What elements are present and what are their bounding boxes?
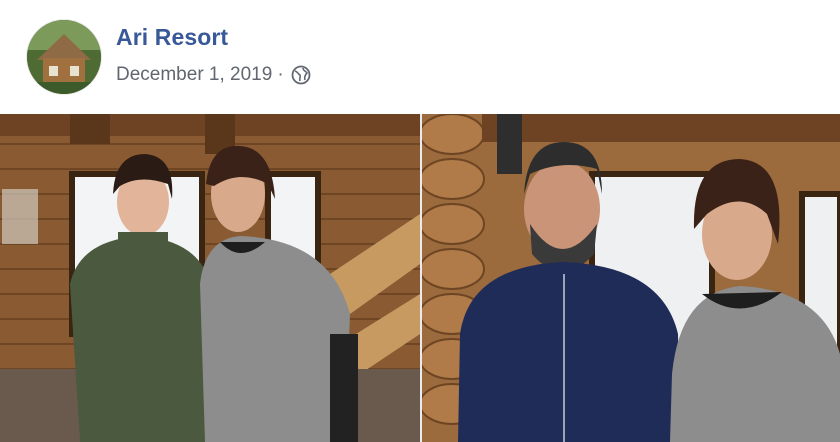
page-avatar[interactable] (27, 20, 101, 94)
resort-cabin-avatar-icon (27, 20, 101, 94)
left-photo[interactable] (0, 114, 420, 442)
page-name-link[interactable]: Ari Resort (116, 24, 228, 51)
meta-separator: · (277, 64, 284, 85)
post-meta: December 1, 2019 · (116, 62, 311, 88)
globe-icon[interactable] (291, 65, 311, 85)
post-date[interactable]: December 1, 2019 (116, 64, 272, 86)
post-header: Ari Resort December 1, 2019 · (0, 0, 840, 114)
right-photo[interactable] (422, 114, 840, 442)
